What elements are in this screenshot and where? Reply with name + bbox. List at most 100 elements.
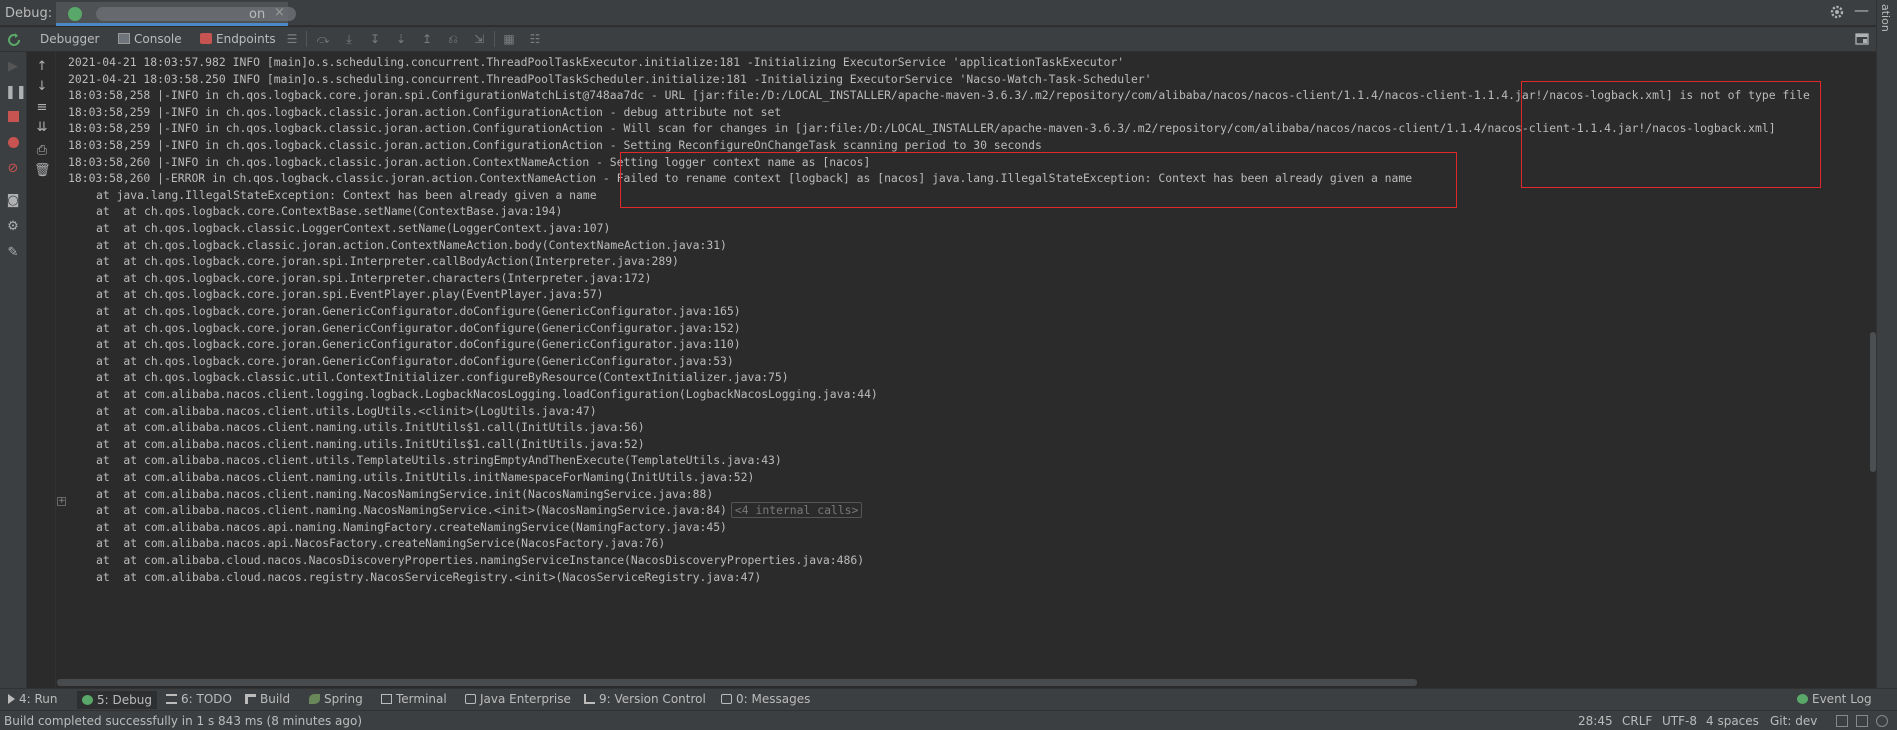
arrow-down-icon[interactable]: ↓ [34,79,50,95]
run-tab-name: on [249,7,266,22]
restore-layout-menu-icon[interactable]: ☰ [283,31,301,48]
tab-event-log[interactable]: Event Log [1797,692,1872,706]
debug-side-toolbar: ▶ ❚❚ ⊘ ◙ ⚙ ✎ [0,52,27,690]
expand-fold-icon[interactable]: + [57,497,66,506]
tab-endpoints-label: Endpoints [216,32,276,46]
trace-stream-icon[interactable]: ☷ [526,31,544,48]
stop-icon[interactable] [5,111,21,127]
event-log-icon [1797,694,1808,704]
status-message[interactable]: Build completed successfully in 1 s 843 … [4,714,362,728]
spring-boot-icon [68,7,82,21]
version-control-icon [584,694,595,704]
force-step-into-icon[interactable]: ⇣ [392,31,410,48]
indent-setting[interactable]: 4 spaces [1706,714,1759,728]
notifications-icon[interactable] [1876,715,1888,727]
scroll-to-end-icon[interactable]: ⇊ [34,120,50,136]
tab-event-log-label: Event Log [1812,692,1872,706]
file-encoding[interactable]: UTF-8 [1662,714,1697,728]
rerun-icon[interactable] [6,32,22,48]
show-execution-point-icon[interactable]: ⤼ [314,31,332,48]
tab-todo[interactable]: 6: TODO [166,692,232,706]
spring-icon [309,694,320,704]
step-over-icon[interactable]: ⤓ [340,31,358,48]
caret-position[interactable]: 28:45 [1578,714,1613,728]
lock-icon[interactable] [1836,715,1848,727]
hammer-icon [245,694,256,704]
tab-run-label: 4: Run [19,692,58,706]
tab-endpoints[interactable]: Endpoints [200,32,276,46]
run-icon [8,694,15,704]
drop-frame-icon[interactable]: ⎌ [444,31,462,48]
debug-label: Debug: [5,6,53,21]
tab-messages[interactable]: 0: Messages [721,692,810,706]
console-output[interactable]: 2021-04-21 18:03:57.982 INFO [main]o.s.s… [57,52,1876,687]
tab-java-enterprise-label: Java Enterprise [480,692,571,706]
step-into-icon[interactable]: ↧ [366,31,384,48]
java-enterprise-icon [465,694,476,704]
debug-toolbar: Debugger Console Endpoints ☰ ⤼ ⤓ ↧ ⇣ ↥ ⎌… [0,27,1876,52]
resume-icon[interactable]: ▶ [5,59,21,75]
run-configuration-tab[interactable]: on × [56,2,296,26]
soft-wrap-icon[interactable]: ≡ [34,100,50,116]
vertical-scrollbar[interactable] [1870,332,1876,472]
tab-build[interactable]: Build [245,692,290,706]
gear-icon[interactable] [1829,4,1845,20]
evaluate-expression-icon[interactable]: ▦ [500,31,518,48]
tab-terminal-label: Terminal [396,692,447,706]
messages-icon [721,694,732,704]
terminal-icon [381,694,392,704]
tab-build-label: Build [260,692,291,706]
right-tool-strip: ation [1876,0,1897,690]
tab-todo-label: 6: TODO [181,692,232,706]
debug-title-bar: Debug: on × — [0,0,1897,26]
settings-icon[interactable]: ⚙ [5,219,21,235]
annotation-box-url [1521,81,1821,188]
tab-java-enterprise[interactable]: Java Enterprise [465,692,571,706]
camera-icon[interactable]: ◙ [5,193,21,209]
minimize-icon[interactable]: — [1854,3,1870,19]
bug-icon [82,695,93,705]
tab-debug[interactable]: 5: Debug [77,691,157,709]
tab-debugger[interactable]: Debugger [40,32,99,46]
memory-indicator-icon[interactable] [1856,715,1868,727]
redacted-config-name [96,7,296,21]
annotation-box-error [620,152,1457,208]
todo-icon [166,694,177,704]
print-icon[interactable]: ⎙ [34,143,50,159]
stack-trace-text: at at com.alibaba.nacos.client.naming.Na… [96,503,727,518]
tab-spring[interactable]: Spring [309,692,363,706]
console-icon [118,33,130,44]
internal-calls-link[interactable]: <4 internal calls> [730,502,863,519]
step-out-icon[interactable]: ↥ [418,31,436,48]
vcs-branch[interactable]: Git: dev [1770,714,1817,728]
tab-terminal[interactable]: Terminal [381,692,447,706]
tab-debug-label: 5: Debug [97,693,152,707]
tab-run[interactable]: 4: Run [8,692,58,706]
arrow-up-icon[interactable]: ↑ [34,59,50,75]
endpoints-icon [200,33,212,44]
status-bar: Build completed successfully in 1 s 843 … [0,710,1897,730]
tool-window-bar: 4: Run 5: Debug 6: TODO Build Spring Ter… [0,688,1897,710]
horizontal-scrollbar[interactable] [57,679,1417,686]
console-side-toolbar: ↑ ↓ ≡ ⇊ ⎙ 🗑 [28,52,56,690]
tab-console[interactable]: Console [118,32,182,46]
tab-messages-label: 0: Messages [736,692,811,706]
right-strip-label[interactable]: ation [1879,4,1892,32]
tab-debugger-label: Debugger [40,32,100,46]
layout-settings-icon[interactable] [1855,32,1869,46]
clear-all-icon[interactable]: 🗑 [34,163,51,179]
line-separator[interactable]: CRLF [1622,714,1652,728]
mute-breakpoints-icon[interactable]: ⊘ [5,161,21,177]
pin-tab-icon[interactable]: ✎ [5,245,21,261]
run-to-cursor-icon[interactable]: ⇲ [470,31,488,48]
tab-spring-label: Spring [324,692,363,706]
tab-console-label: Console [134,32,182,46]
pause-icon[interactable]: ❚❚ [5,85,27,101]
toolbar-separator [306,31,307,47]
stack-trace-line: at at com.alibaba.cloud.nacos.registry.N… [96,569,762,584]
view-breakpoints-icon[interactable] [5,137,21,153]
tab-version-control[interactable]: 9: Version Control [584,692,706,706]
tab-version-control-label: 9: Version Control [599,692,706,706]
close-icon[interactable]: × [274,5,285,20]
toolbar-separator [494,31,495,47]
